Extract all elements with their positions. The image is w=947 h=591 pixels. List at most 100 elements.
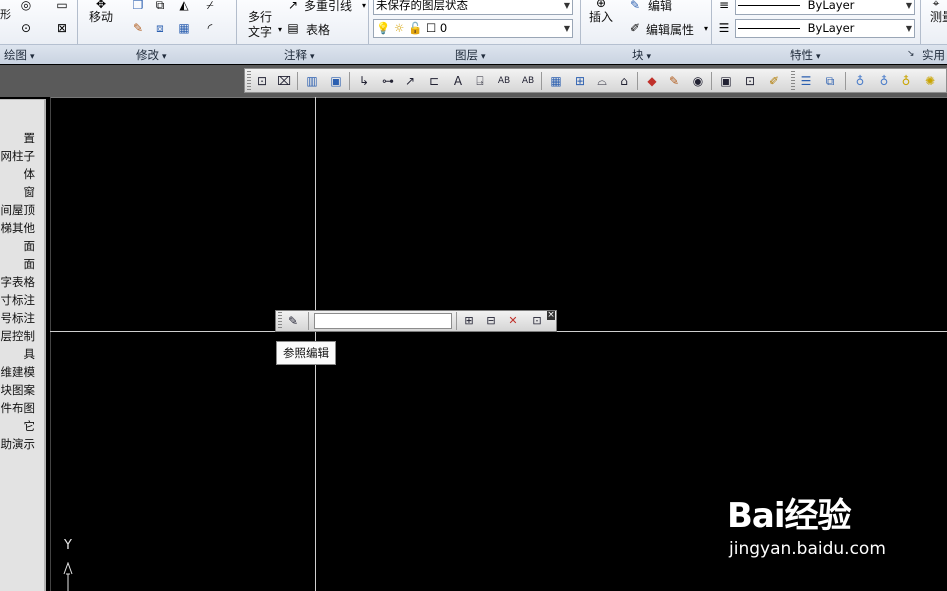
hatch-tool-icon[interactable]: ⊠ xyxy=(54,20,70,36)
leader-icon[interactable]: ↗ xyxy=(401,72,419,90)
table-icon[interactable]: ▥ xyxy=(303,72,321,90)
eye-icon[interactable]: ◉ xyxy=(689,72,707,90)
house-icon[interactable]: ⌂ xyxy=(615,72,633,90)
text-style-icon[interactable]: A xyxy=(449,72,467,90)
panel-label-block[interactable]: 块 ▾ xyxy=(632,47,651,63)
color-swatch-icon: ☐ xyxy=(425,21,437,35)
palette-item[interactable]: 层控制 xyxy=(1,328,36,344)
dropdown-arrow-icon[interactable]: ▾ xyxy=(356,0,372,14)
palette-item[interactable]: 间屋顶 xyxy=(1,202,36,218)
chevron-down-icon: ▾ xyxy=(30,52,35,62)
remove-from-workset-icon[interactable]: ⊟ xyxy=(482,312,500,330)
viewport-icon[interactable]: ▣ xyxy=(717,72,735,90)
palette-item[interactable]: 置 xyxy=(24,130,36,146)
linetype-combo[interactable]: ByLayer ▼ xyxy=(735,19,915,38)
pencil-icon[interactable]: ✎ xyxy=(665,72,683,90)
save-changes-icon[interactable]: ⊡ xyxy=(528,312,546,330)
table-button[interactable]: 表格 xyxy=(306,21,330,38)
trim-icon[interactable]: ⌿ xyxy=(202,0,218,13)
lock-icon: 🔓 xyxy=(407,21,423,35)
baseline-icon[interactable]: ⊏ xyxy=(425,72,443,90)
brush-icon[interactable]: ✐ xyxy=(765,72,783,90)
palette-item[interactable]: 号标注 xyxy=(1,310,36,326)
fillet-icon[interactable]: ◜ xyxy=(202,20,218,36)
palette-item[interactable]: 它 xyxy=(24,418,36,434)
block-icon[interactable]: ⊡ xyxy=(741,72,759,90)
edit-attributes-icon[interactable]: ✐ xyxy=(627,20,643,36)
discard-changes-icon[interactable]: ✕ xyxy=(504,312,522,330)
layer-state-combo[interactable]: 未保存的图层状态 ▼ xyxy=(373,0,573,15)
spell-check-icon[interactable]: AB xyxy=(495,72,513,90)
block-edit-button[interactable]: 编辑 xyxy=(648,0,672,14)
palette-item[interactable]: 梯其他 xyxy=(1,220,36,236)
panel-label-annotation[interactable]: 注释 ▾ xyxy=(284,47,315,63)
palette-item[interactable]: 寸标注 xyxy=(1,292,36,308)
lightbulb-icon[interactable]: ♁ xyxy=(851,72,869,90)
panel-label-utilities[interactable]: 实用 xyxy=(922,47,945,63)
toolbar-grip[interactable] xyxy=(247,71,251,90)
move-button[interactable]: 移动 xyxy=(89,8,113,25)
lightbulb-icon[interactable]: ♁ xyxy=(897,72,915,90)
palette-item[interactable]: 块图案 xyxy=(1,382,36,398)
line-sample xyxy=(738,28,800,29)
mirror-icon[interactable]: ◭ xyxy=(176,0,192,13)
palette-item[interactable]: 具 xyxy=(24,346,36,362)
grid-icon[interactable]: ▦ xyxy=(547,72,565,90)
close-icon[interactable]: × xyxy=(547,311,555,320)
ruler-icon[interactable]: ⊞ xyxy=(571,72,589,90)
panel-label-properties[interactable]: 特性 ▾ xyxy=(790,47,821,63)
text-button[interactable]: 文字 xyxy=(248,23,272,40)
panel-label-layers[interactable]: 图层 ▾ xyxy=(455,47,486,63)
lightbulb-icon[interactable]: ✺ xyxy=(921,72,939,90)
table-icon[interactable]: ▤ xyxy=(285,20,301,36)
xref-attach-icon[interactable]: ⊡ xyxy=(253,72,271,90)
image-icon[interactable]: ▣ xyxy=(327,72,345,90)
ordinate-icon[interactable]: ↳ xyxy=(355,72,373,90)
toolbar-grip[interactable] xyxy=(278,312,282,330)
palette-item[interactable]: 字表格 xyxy=(1,274,36,290)
ellipse-tool-icon[interactable]: ⊙ xyxy=(18,20,34,36)
panel-label-modify[interactable]: 修改 ▾ xyxy=(136,47,167,63)
measure-button[interactable]: 测量 xyxy=(930,8,947,25)
palette-item[interactable]: 件布图 xyxy=(1,400,36,416)
edit-text-icon[interactable]: ⍈ xyxy=(471,72,489,90)
layer-state-icon[interactable]: ⧉ xyxy=(821,72,839,90)
chevron-down-icon: ▼ xyxy=(563,1,570,10)
palette-item[interactable]: 维建模 xyxy=(1,364,36,380)
palette-item[interactable]: 网柱子 xyxy=(1,148,36,164)
insert-button[interactable]: 插入 xyxy=(589,8,613,25)
find-icon[interactable]: AB xyxy=(519,72,537,90)
color-combo[interactable]: ByLayer ▼ xyxy=(735,0,915,15)
offset-icon[interactable]: ⧈ xyxy=(152,20,168,36)
watermark-logo: Bai经验 xyxy=(727,496,852,536)
circle-tool-icon[interactable]: ◎ xyxy=(18,0,34,13)
stretch-icon[interactable]: ⧉ xyxy=(152,0,168,13)
array-icon[interactable]: ▦ xyxy=(176,20,192,36)
edit-attributes-button[interactable]: 编辑属性 xyxy=(646,21,694,38)
rectangle-tool-icon[interactable]: ▭ xyxy=(54,0,70,13)
arc-icon[interactable]: ⌓ xyxy=(593,72,611,90)
pencil-icon[interactable]: ✎ xyxy=(130,20,146,36)
toolbar-grip[interactable] xyxy=(791,71,795,90)
properties-dialog-launcher-icon[interactable]: ↘ xyxy=(907,49,915,65)
palette-item[interactable]: 面 xyxy=(24,256,36,272)
layer-combo[interactable]: 💡 ☼ 🔓 ☐ 0 ▼ xyxy=(373,19,573,38)
palette-item[interactable]: 助演示 xyxy=(1,436,36,452)
lightbulb-icon[interactable]: ♁ xyxy=(875,72,893,90)
palette-item[interactable]: 体 xyxy=(24,166,36,182)
palette-item[interactable]: 面 xyxy=(24,238,36,254)
block-edit-icon[interactable]: ✎ xyxy=(627,0,643,13)
eraser-icon[interactable]: ◆ xyxy=(643,72,661,90)
add-to-workset-icon[interactable]: ⊞ xyxy=(460,312,478,330)
aligned-dimension-icon[interactable]: ⊶ xyxy=(379,72,397,90)
xref-clip-icon[interactable]: ⌧ xyxy=(275,72,293,90)
layers-icon[interactable]: ☰ xyxy=(797,72,815,90)
multileader-icon[interactable]: ↗ xyxy=(285,0,301,13)
palette-item[interactable]: 窗 xyxy=(24,184,36,200)
panel-label-draw[interactable]: 绘图 ▾ xyxy=(4,47,35,63)
refedit-icon[interactable]: ✎ xyxy=(284,312,302,330)
baidu-watermark: Bai经验 jingyan.baidu.com xyxy=(727,488,886,559)
copy-icon[interactable]: ❐ xyxy=(130,0,146,13)
reference-name-input[interactable] xyxy=(314,313,452,329)
multileader-button[interactable]: 多重引线 xyxy=(304,0,352,14)
